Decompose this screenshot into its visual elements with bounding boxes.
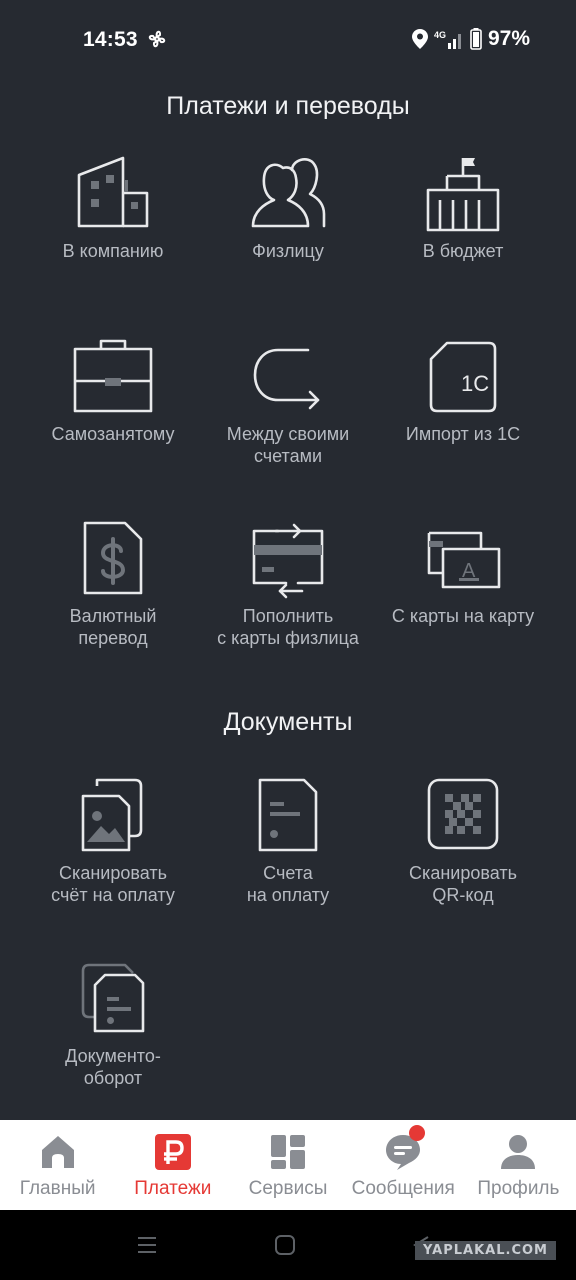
tile-document-flow[interactable]: Документо- оборот [17, 955, 209, 1125]
tile-to-individual[interactable]: Физлицу [192, 150, 384, 320]
status-time: 14:53 [83, 28, 138, 51]
tile-label: Самозанятому [51, 424, 175, 444]
nav-label: Сервисы [248, 1178, 328, 1199]
tile-label: Пополнить с карты физлица [217, 606, 359, 648]
home-icon [41, 1136, 74, 1168]
bottom-nav: Главный Платежи Сервисы Сообщения Профил… [0, 1120, 576, 1210]
documents-stack-icon [81, 963, 145, 1033]
invoice-icon [258, 778, 318, 852]
tile-to-company[interactable]: В компанию [17, 150, 209, 320]
tile-label: Документо- оборот [65, 1046, 161, 1088]
payments-title: Платежи и переводы [166, 92, 410, 120]
tile-label: Физлицу [252, 241, 324, 261]
nav-label: Главный [19, 1178, 96, 1199]
tile-label: С карты на карту [391, 606, 535, 626]
tile-scan-invoice[interactable]: Сканировать счёт на оплату [17, 772, 209, 942]
tile-label: Валютный перевод [69, 606, 157, 648]
sim-1c-text: 1С [461, 371, 489, 396]
tile-label: В компанию [62, 241, 164, 261]
tile-label: Сканировать QR-код [409, 863, 517, 905]
nav-item-services[interactable]: Сервисы [230, 1120, 345, 1210]
transfer-arrow-icon [253, 348, 320, 410]
sim-1c-icon: 1С [429, 341, 497, 413]
tile-label: Между своими счетами [226, 424, 350, 466]
watermark: YAPLAKAL.COM [415, 1241, 556, 1260]
home-button-icon[interactable] [274, 1234, 296, 1256]
tile-between-accounts[interactable]: Между своими счетами [192, 333, 384, 503]
briefcase-icon [73, 339, 153, 413]
tile-import-1c[interactable]: 1С Импорт из 1С [367, 333, 559, 503]
ruble-icon [154, 1134, 191, 1170]
tile-label: В бюджет [422, 241, 504, 261]
tile-label: Счета на оплату [246, 863, 330, 905]
location-icon [411, 29, 428, 49]
nav-item-payments[interactable]: Платежи [115, 1120, 230, 1210]
nav-label: Сообщения [351, 1178, 455, 1199]
nav-label: Профиль [477, 1178, 560, 1199]
nav-item-home[interactable]: Главный [0, 1120, 115, 1210]
nav-item-profile[interactable]: Профиль [461, 1120, 576, 1210]
notification-badge [408, 1125, 425, 1141]
fan-icon [148, 30, 166, 48]
dollar-document-icon [83, 521, 143, 595]
tile-invoices[interactable]: Счета на оплату [192, 772, 384, 942]
tile-self-employed[interactable]: Самозанятому [17, 333, 209, 503]
nav-item-messages[interactable]: Сообщения [346, 1120, 461, 1210]
scan-image-icon [81, 778, 143, 852]
network-type: 4G [434, 30, 446, 40]
tile-label: Импорт из 1С [405, 424, 521, 444]
tile-currency-transfer[interactable]: Валютный перевод [17, 515, 209, 685]
tile-to-budget[interactable]: В бюджет [367, 150, 559, 320]
qr-code-icon [427, 778, 499, 850]
status-bar: 14:53 4G 97% [0, 0, 576, 78]
cards-icon: A [427, 531, 501, 589]
tile-top-up-from-card[interactable]: Пополнить с карты физлица [192, 515, 384, 685]
nav-label: Платежи [134, 1178, 212, 1199]
grid-icon [271, 1135, 305, 1169]
tile-card-to-card[interactable]: A С карты на карту [367, 515, 559, 685]
tile-label: Сканировать счёт на оплату [51, 863, 175, 905]
people-icon [251, 158, 326, 228]
government-building-icon [426, 158, 500, 232]
documents-title: Документы [223, 708, 353, 736]
battery-level: 97% [487, 27, 530, 50]
status-indicators: 4G 97% [411, 27, 530, 51]
tile-scan-qr[interactable]: Сканировать QR-код [367, 772, 559, 942]
user-icon [501, 1135, 536, 1169]
battery-icon [470, 28, 482, 50]
recent-apps-icon[interactable] [136, 1234, 158, 1256]
signal-icon: 4G [434, 30, 461, 49]
card-exchange-icon [252, 523, 324, 599]
building-icon [77, 156, 149, 228]
